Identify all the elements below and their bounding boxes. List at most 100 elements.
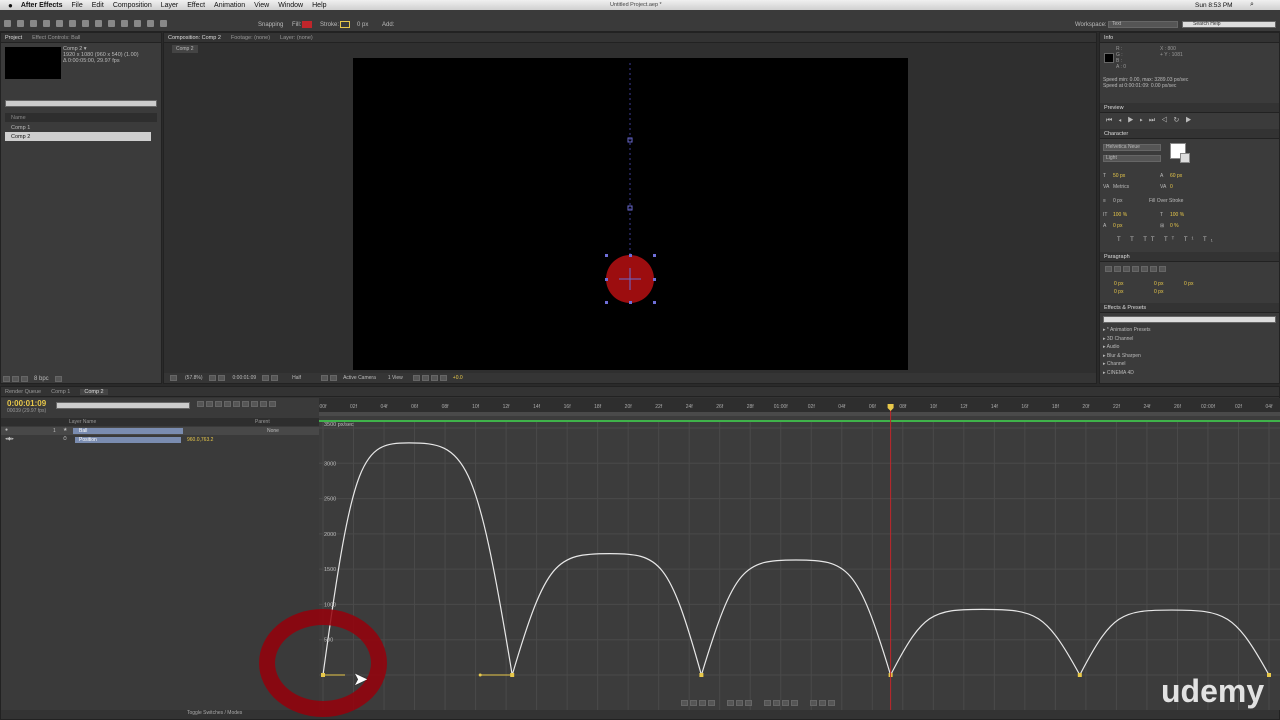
interpret-footage-icon[interactable] xyxy=(3,375,10,382)
timecode[interactable]: 0:00:01:09 xyxy=(7,399,46,408)
resolution-select[interactable]: Half xyxy=(292,375,301,381)
align-right-icon[interactable] xyxy=(1123,266,1130,272)
comp-subtab[interactable]: Comp 2 xyxy=(172,45,198,53)
space-after-field[interactable]: 0 px xyxy=(1154,289,1163,295)
tab-effects-presets[interactable]: Effects & Presets xyxy=(1104,305,1146,311)
fast-previews-icon[interactable] xyxy=(421,375,429,381)
fill-swatch[interactable] xyxy=(302,21,312,28)
leading-field[interactable]: 60 px xyxy=(1170,173,1182,179)
stroke-color-swatch[interactable] xyxy=(1180,153,1190,163)
zoom-select[interactable]: (57.8%) xyxy=(185,375,203,381)
menu-help[interactable]: Help xyxy=(312,2,326,9)
menu-composition[interactable]: Composition xyxy=(113,2,152,9)
effects-item[interactable]: ▸ Blur & Sharpen xyxy=(1103,352,1273,361)
current-time[interactable]: 0:00:01:09 xyxy=(233,375,257,381)
keyframe-nav-icon[interactable]: ◂◆▸ xyxy=(5,436,14,442)
tab-composition[interactable]: Composition: Comp 2 xyxy=(168,35,221,41)
shy-icon[interactable] xyxy=(224,401,231,407)
fit-selection-icon[interactable] xyxy=(727,700,734,706)
stopwatch-icon[interactable]: ⏱ xyxy=(63,436,67,442)
ram-preview-icon[interactable]: ▶ xyxy=(1185,117,1197,124)
trash-icon[interactable] xyxy=(54,375,62,382)
align-center-icon[interactable] xyxy=(1114,266,1121,272)
brainstorm-icon[interactable] xyxy=(251,401,258,407)
loop-icon[interactable]: ↻ xyxy=(1173,117,1185,124)
tab-preview[interactable]: Preview xyxy=(1104,105,1124,111)
justify-last-right-icon[interactable] xyxy=(1150,266,1157,272)
stroke-swatch[interactable] xyxy=(340,21,350,28)
camera-tool-icon[interactable] xyxy=(56,20,63,27)
new-folder-icon[interactable] xyxy=(12,375,19,382)
effects-item[interactable]: ▸ Audio xyxy=(1103,343,1273,352)
property-name[interactable]: Position xyxy=(75,437,181,443)
show-channel-icon[interactable] xyxy=(271,375,279,381)
frame-blend-icon[interactable] xyxy=(233,401,240,407)
tab-project[interactable]: Project xyxy=(5,35,22,41)
justify-all-icon[interactable] xyxy=(1159,266,1166,272)
last-frame-icon[interactable]: ⏭ xyxy=(1149,117,1161,124)
tracking-field[interactable]: 0 xyxy=(1170,184,1173,190)
indent-right-field[interactable]: 0 px xyxy=(1154,280,1184,288)
comp-mini-flowchart-icon[interactable] xyxy=(197,401,204,407)
toggle-switches-modes[interactable]: Toggle Switches / Modes xyxy=(187,710,242,716)
clone-tool-icon[interactable] xyxy=(134,20,141,27)
tsume-field[interactable]: 0 % xyxy=(1170,223,1179,229)
auto-keyframe-icon[interactable] xyxy=(260,401,267,407)
col-parent[interactable]: Parent xyxy=(255,419,270,425)
rotate-tool-icon[interactable] xyxy=(43,20,50,27)
tab-render-queue[interactable]: Render Queue xyxy=(5,389,41,395)
eraser-tool-icon[interactable] xyxy=(147,20,154,27)
easy-ease-icon[interactable] xyxy=(810,700,817,706)
workspace-select[interactable]: Text xyxy=(1108,21,1178,28)
tab-paragraph[interactable]: Paragraph xyxy=(1104,254,1130,260)
spotlight-icon[interactable]: ⌕ xyxy=(1250,1,1254,9)
fit-all-icon[interactable] xyxy=(736,700,743,706)
menu-window[interactable]: Window xyxy=(278,2,303,9)
menu-animation[interactable]: Animation xyxy=(214,2,245,9)
new-comp-icon[interactable] xyxy=(21,375,28,382)
visibility-icon[interactable]: ● xyxy=(5,427,8,433)
effects-search-input[interactable] xyxy=(1103,316,1276,323)
camera-select[interactable]: Active Camera xyxy=(343,375,376,381)
snap-icon[interactable] xyxy=(708,700,715,706)
stroke-mode-select[interactable]: Fill Over Stroke xyxy=(1149,198,1183,204)
edit-keyframe-icon[interactable] xyxy=(764,700,771,706)
easy-ease-out-icon[interactable] xyxy=(828,700,835,706)
graph-type-icon[interactable] xyxy=(690,700,697,706)
easy-ease-in-icon[interactable] xyxy=(819,700,826,706)
pan-behind-tool-icon[interactable] xyxy=(69,20,76,27)
align-left-icon[interactable] xyxy=(1105,266,1112,272)
apple-icon[interactable]: ● xyxy=(8,1,13,10)
text-style-buttons[interactable]: T T TT Tᵀ T¹ T₁ xyxy=(1103,235,1278,246)
play-icon[interactable]: ▶ xyxy=(1127,117,1139,124)
project-search-input[interactable] xyxy=(5,100,157,107)
search-help-input[interactable]: Search Help xyxy=(1182,21,1276,28)
comp-viewer[interactable] xyxy=(353,58,908,370)
audio-icon[interactable]: ◁ xyxy=(1161,117,1173,124)
timeline-search-input[interactable] xyxy=(56,402,190,409)
zoom-tool-icon[interactable] xyxy=(30,20,37,27)
hand-tool-icon[interactable] xyxy=(17,20,24,27)
font-size-field[interactable]: 50 px xyxy=(1113,171,1160,182)
menu-effect[interactable]: Effect xyxy=(187,2,205,9)
tab-footage[interactable]: Footage: (none) xyxy=(231,35,270,41)
layer-row[interactable]: ● 1 ★ Ball None xyxy=(1,427,319,435)
clock[interactable]: Sun 8:53 PM xyxy=(1195,2,1233,9)
stroke-width-field[interactable]: 0 px xyxy=(1113,196,1149,207)
justify-last-center-icon[interactable] xyxy=(1141,266,1148,272)
always-preview-icon[interactable] xyxy=(170,375,177,381)
horizontal-scale-field[interactable]: 100 % xyxy=(1170,212,1184,218)
pen-tool-icon[interactable] xyxy=(95,20,102,27)
brush-tool-icon[interactable] xyxy=(121,20,128,27)
project-item-comp1[interactable]: Comp 1 xyxy=(5,123,151,132)
motion-blur-icon[interactable] xyxy=(242,401,249,407)
choose-property-icon[interactable] xyxy=(681,700,688,706)
auto-bezier-icon[interactable] xyxy=(791,700,798,706)
show-transform-box-icon[interactable] xyxy=(699,700,706,706)
tab-layer[interactable]: Layer: (none) xyxy=(280,35,313,41)
menu-file[interactable]: File xyxy=(71,2,82,9)
menu-app[interactable]: After Effects xyxy=(21,2,63,9)
draft-3d-icon[interactable] xyxy=(215,401,222,407)
property-row[interactable]: ◂◆▸ ⏱ Position 960.0,763.2 xyxy=(1,436,319,444)
tab-comp2[interactable]: Comp 2 xyxy=(80,388,108,395)
